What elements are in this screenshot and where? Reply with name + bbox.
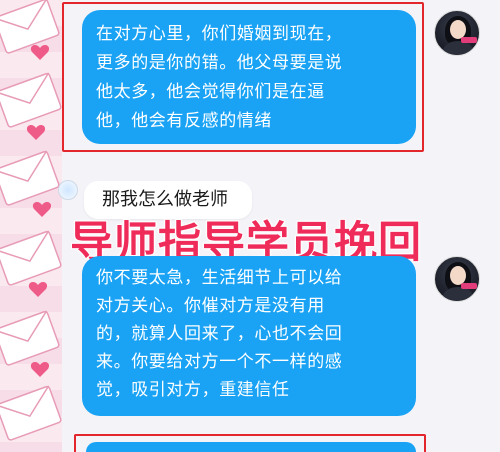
message-line: 他，他会有反感的情绪	[96, 111, 272, 131]
mentor-avatar[interactable]	[434, 256, 480, 302]
message-line: 在对方心里，你们婚姻到现在，	[96, 24, 343, 44]
mentor-avatar[interactable]	[434, 10, 480, 56]
message-bubble-mentor: 你不要太急，生活细节上可以给 对方关心。你催对方是没有用 的，就算人回来了，心也…	[82, 256, 416, 416]
student-avatar[interactable]	[58, 180, 78, 200]
message-line: 的，就算人回来了，心也不会回	[96, 324, 343, 344]
envelope-pattern-icon	[0, 0, 62, 441]
decorative-envelope-stripe	[0, 0, 62, 452]
message-line: 更多的是你的错。他父母要是说	[96, 53, 343, 73]
message-line: 来。你要给对方一个不一样的感	[96, 352, 343, 372]
message-line: 觉，吸引对方，重建信任	[96, 380, 290, 400]
message-line: 对方关心。你催对方是没有用	[96, 296, 325, 316]
message-bubble-mentor-partial	[86, 442, 416, 452]
message-bubble-mentor: 在对方心里，你们婚姻到现在， 更多的是你的错。他父母要是说 他太多，他会觉得你们…	[82, 10, 416, 144]
message-text: 那我怎么做老师	[102, 189, 228, 210]
message-line: 他太多，他会觉得你们是在逼	[96, 82, 325, 102]
message-line: 你不要太急，生活细节上可以给	[96, 268, 343, 288]
